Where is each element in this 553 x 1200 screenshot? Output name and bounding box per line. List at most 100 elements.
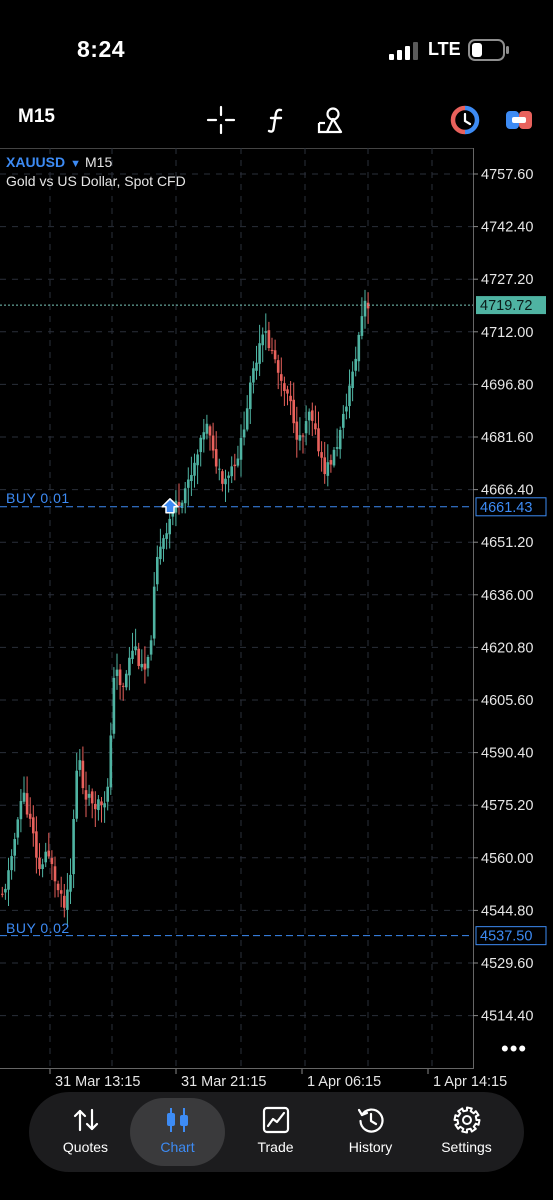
tab-history-label: History	[348, 1139, 393, 1155]
candle-body	[311, 410, 314, 421]
time-label: 1 Apr 06:15	[307, 1074, 381, 1090]
candle-body	[295, 421, 299, 440]
price-label: 4666.40	[481, 483, 533, 499]
candle-body	[289, 395, 292, 402]
candle-body	[35, 831, 38, 858]
trade-signal-icon[interactable]	[450, 105, 480, 135]
candle-body	[307, 411, 311, 421]
candle-body	[146, 656, 150, 669]
candle-body	[264, 331, 268, 333]
candle-body	[38, 857, 41, 870]
candle-body	[53, 866, 57, 882]
candle-body	[112, 677, 116, 734]
candle-body	[273, 350, 277, 360]
symbol-selector[interactable]: XAUUSD ▼ M15	[6, 154, 112, 170]
tab-chart[interactable]: Chart	[130, 1098, 225, 1166]
candle-body	[332, 449, 336, 466]
order-label-buy-2[interactable]: BUY 0.02	[6, 920, 70, 936]
candle-body	[320, 452, 323, 458]
more-options-icon[interactable]: •••	[501, 1036, 527, 1062]
order-label-buy-1[interactable]: BUY 0.01	[6, 490, 70, 506]
price-chart[interactable]: 4757.60 4742.40 4727.20 4712.00 4696.80 4681.…	[0, 148, 553, 1069]
crosshair-icon[interactable]	[206, 105, 236, 135]
candle-body	[59, 890, 63, 894]
candle-body	[360, 316, 364, 336]
candle-body	[4, 888, 7, 893]
objects-icon[interactable]	[315, 105, 345, 135]
one-click-trading-icon[interactable]	[504, 105, 534, 135]
candle-body	[152, 586, 156, 639]
candle-body	[165, 533, 168, 539]
candle-body	[137, 648, 140, 666]
time-label: 31 Mar 13:15	[55, 1074, 140, 1090]
chart-timeframe: M15	[85, 154, 113, 170]
price-label: 4605.60	[481, 693, 533, 709]
candle-body	[162, 538, 165, 549]
timeframe-button[interactable]: M15	[18, 106, 55, 128]
order-price-label[interactable]: 4661.43	[480, 500, 532, 516]
candle-body	[143, 663, 147, 670]
candle-body	[208, 426, 212, 436]
candle-body	[323, 457, 326, 475]
candle-body	[131, 650, 134, 660]
order-price-label[interactable]: 4537.50	[480, 929, 532, 945]
candle-body	[177, 502, 181, 506]
candle-body	[338, 429, 342, 450]
candle-body	[190, 474, 193, 482]
candle-body	[245, 408, 249, 430]
candle-body	[90, 791, 94, 804]
tab-quotes[interactable]: Quotes	[38, 1098, 133, 1166]
time-axis: 31 Mar 13:15 31 Mar 21:15 1 Apr 06:15 1 Apr…	[49, 1069, 507, 1090]
candle-body	[94, 803, 97, 810]
candle-body	[252, 368, 255, 383]
candle-body	[196, 454, 199, 466]
price-label: 4636.00	[481, 588, 533, 604]
candle-body	[345, 406, 348, 412]
candle-body	[140, 663, 144, 668]
candle-body	[335, 447, 339, 449]
candle-body	[202, 432, 206, 440]
candle-body	[156, 556, 159, 585]
tab-history[interactable]: History	[323, 1098, 418, 1166]
candle-body	[121, 685, 125, 687]
candle-body	[28, 813, 32, 819]
indicator-icon[interactable]	[262, 105, 292, 135]
candle-body	[41, 864, 44, 870]
candle-body	[218, 468, 221, 470]
symbol-name[interactable]: XAUUSD	[6, 154, 65, 170]
app-root: 8:24 LTE M15 4757.60 4742.40 4727.20 471…	[0, 0, 553, 1200]
candle-body	[47, 850, 51, 857]
gear-outline	[453, 1106, 480, 1134]
candle-body	[44, 851, 47, 863]
candle-body	[286, 389, 289, 394]
candle-body	[125, 673, 128, 688]
candle-body	[100, 801, 103, 806]
tab-quotes-label: Quotes	[62, 1139, 109, 1155]
price-label: 4757.60	[481, 167, 533, 183]
symbol-dropdown-icon[interactable]: ▼	[70, 158, 81, 170]
price-label: 4696.80	[481, 377, 533, 393]
candle-body	[66, 889, 69, 910]
candle-body	[128, 657, 131, 676]
candle-body	[292, 399, 295, 424]
candle-body	[314, 423, 317, 430]
candle-body	[242, 429, 246, 438]
candle-body	[221, 471, 224, 484]
price-label: 4529.60	[481, 956, 533, 972]
tab-settings[interactable]: Settings	[419, 1098, 514, 1166]
tab-trade[interactable]: Trade	[228, 1098, 323, 1166]
candle-body	[84, 790, 88, 800]
candle-body	[227, 475, 230, 478]
candle-body	[270, 349, 274, 351]
settings-icon	[453, 1106, 480, 1134]
candle-body	[255, 362, 258, 371]
candlestick-chart[interactable]: 4757.60 4742.40 4727.20 4712.00 4696.80 4681.…	[0, 148, 553, 1069]
candle-body	[351, 371, 354, 389]
candle-body	[261, 334, 264, 346]
gear-center	[461, 1115, 472, 1125]
candle-body	[205, 423, 209, 434]
candle-body	[10, 856, 13, 871]
candle-body	[118, 669, 122, 686]
candle-body	[72, 819, 75, 875]
candle-body	[13, 839, 16, 856]
